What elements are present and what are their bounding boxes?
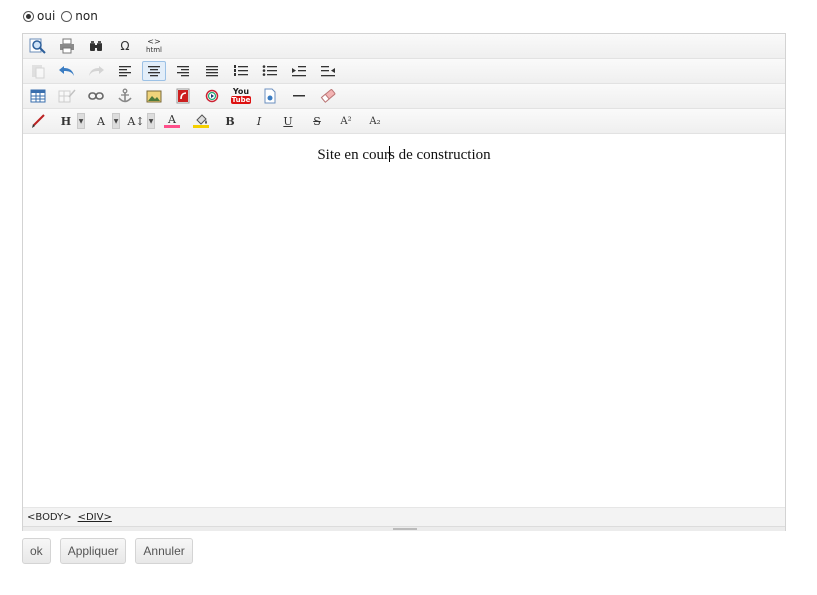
highlight-color-icon[interactable]	[189, 111, 213, 131]
toolbar-row-3: You Tube	[23, 84, 785, 109]
document-icon[interactable]	[258, 86, 282, 106]
eraser-icon[interactable]	[316, 86, 340, 106]
rich-text-editor: Ω <> html You Tube H ▼ A ▼ A↕ ▼ A B I U …	[22, 33, 786, 531]
heading-button[interactable]: H	[55, 111, 77, 131]
font-button[interactable]: A	[90, 111, 112, 131]
print-icon[interactable]	[55, 36, 79, 56]
align-justify-icon[interactable]	[200, 61, 224, 81]
flash-icon[interactable]	[171, 86, 195, 106]
radio-oui[interactable]	[23, 10, 34, 22]
toolbar-row-1: Ω <> html	[23, 34, 785, 59]
horizontal-rule-icon[interactable]	[287, 86, 311, 106]
align-left-icon[interactable]	[113, 61, 137, 81]
underline-button[interactable]: U	[276, 111, 300, 131]
apply-button[interactable]: Appliquer	[59, 538, 127, 564]
special-char-icon[interactable]: Ω	[113, 36, 137, 56]
link-icon[interactable]	[84, 86, 108, 106]
youtube-icon[interactable]: You Tube	[229, 86, 253, 106]
path-div[interactable]: <DIV>	[78, 512, 112, 523]
anchor-icon[interactable]	[113, 86, 137, 106]
brush-icon[interactable]	[26, 111, 50, 131]
heading-dropdown[interactable]: H ▼	[55, 111, 85, 131]
chevron-down-icon[interactable]: ▼	[147, 113, 155, 129]
editor-text[interactable]: Site en cours de construction	[23, 146, 785, 164]
undo-icon[interactable]	[55, 61, 79, 81]
resize-handle[interactable]	[23, 526, 785, 531]
strikethrough-button[interactable]: S	[305, 111, 329, 131]
image-icon[interactable]	[142, 86, 166, 106]
html-source-icon[interactable]: <> html	[142, 36, 166, 56]
paste-icon[interactable]	[26, 61, 50, 81]
font-color-icon[interactable]: A	[160, 111, 184, 131]
align-center-icon[interactable]	[142, 61, 166, 81]
preview-icon[interactable]	[26, 36, 50, 56]
ok-button[interactable]: ok	[22, 538, 51, 564]
toolbar-row-2	[23, 59, 785, 84]
radio-non-label: non	[75, 9, 98, 23]
toolbar-row-4: H ▼ A ▼ A↕ ▼ A B I U S A² A₂	[23, 109, 785, 134]
unordered-list-icon[interactable]	[258, 61, 282, 81]
redo-icon[interactable]	[84, 61, 108, 81]
bold-button[interactable]: B	[218, 111, 242, 131]
find-icon[interactable]	[84, 36, 108, 56]
media-icon[interactable]	[200, 86, 224, 106]
form-actions: ok Appliquer Annuler	[22, 538, 202, 564]
outdent-icon[interactable]	[316, 61, 340, 81]
align-right-icon[interactable]	[171, 61, 195, 81]
font-dropdown[interactable]: A ▼	[90, 111, 120, 131]
font-size-button[interactable]: A↕	[125, 111, 147, 131]
chevron-down-icon[interactable]: ▼	[77, 113, 85, 129]
superscript-button[interactable]: A²	[334, 111, 358, 131]
cancel-button[interactable]: Annuler	[135, 538, 193, 564]
resize-grip-icon	[393, 528, 417, 530]
font-size-dropdown[interactable]: A↕ ▼	[125, 111, 155, 131]
radio-oui-label: oui	[37, 9, 56, 23]
table-icon[interactable]	[26, 86, 50, 106]
subscript-button[interactable]: A₂	[363, 111, 387, 131]
italic-button[interactable]: I	[247, 111, 271, 131]
element-path-bar: <BODY> <DIV>	[23, 507, 785, 526]
indent-icon[interactable]	[287, 61, 311, 81]
radio-non[interactable]	[61, 10, 73, 22]
visibility-radio-group: oui non	[23, 9, 104, 23]
editor-content-area[interactable]: Site en cours de construction	[23, 135, 785, 507]
path-body[interactable]: <BODY>	[27, 512, 72, 523]
ordered-list-icon[interactable]	[229, 61, 253, 81]
chevron-down-icon[interactable]: ▼	[112, 113, 120, 129]
table-edit-icon[interactable]	[55, 86, 79, 106]
